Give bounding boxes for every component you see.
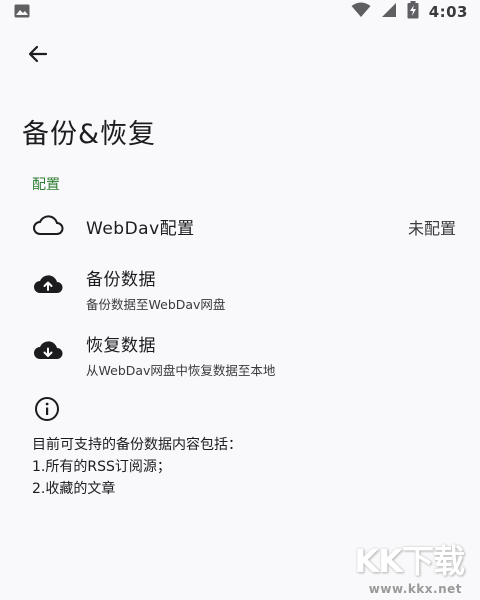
backup-data-title: 备份数据 bbox=[86, 270, 156, 290]
watermark-brand: KK下载 bbox=[354, 542, 465, 580]
section-header-config: 配置 bbox=[32, 177, 60, 193]
backup-data-subtitle: 备份数据至WebDav网盘 bbox=[86, 297, 226, 312]
battery-charging-icon bbox=[407, 1, 419, 23]
webdav-config-item[interactable]: WebDav配置 未配置 bbox=[0, 208, 480, 244]
page-title: 备份&恢复 bbox=[22, 119, 157, 150]
restore-data-subtitle: 从WebDav网盘中恢复数据至本地 bbox=[86, 363, 276, 378]
cloud-upload-icon bbox=[32, 272, 64, 296]
cloud-icon bbox=[32, 213, 64, 237]
status-time: 4:03 bbox=[428, 3, 468, 21]
cloud-download-icon bbox=[32, 338, 64, 362]
status-bar: 4:03 bbox=[0, 0, 480, 24]
webdav-config-title: WebDav配置 bbox=[86, 219, 195, 239]
watermark: KK下载 www.kkx.net bbox=[342, 536, 472, 596]
backup-data-item[interactable]: 备份数据 备份数据至WebDav网盘 bbox=[0, 264, 480, 312]
info-line: 目前可支持的备份数据内容包括： bbox=[32, 437, 242, 453]
wifi-icon bbox=[351, 2, 371, 22]
webdav-config-status: 未配置 bbox=[407, 219, 456, 238]
backup-info-text: 目前可支持的备份数据内容包括： 1.所有的RSS订阅源； 2.收藏的文章 bbox=[32, 434, 242, 500]
watermark-url: www.kkx.net bbox=[368, 582, 462, 596]
signal-icon bbox=[381, 2, 397, 22]
image-icon bbox=[14, 3, 30, 22]
arrow-left-icon bbox=[28, 45, 48, 63]
info-line: 1.所有的RSS订阅源； bbox=[32, 459, 171, 475]
info-line: 2.收藏的文章 bbox=[32, 481, 116, 497]
info-icon bbox=[34, 396, 60, 422]
restore-data-item[interactable]: 恢复数据 从WebDav网盘中恢复数据至本地 bbox=[0, 330, 480, 378]
restore-data-title: 恢复数据 bbox=[86, 336, 156, 356]
back-button[interactable] bbox=[24, 40, 52, 68]
